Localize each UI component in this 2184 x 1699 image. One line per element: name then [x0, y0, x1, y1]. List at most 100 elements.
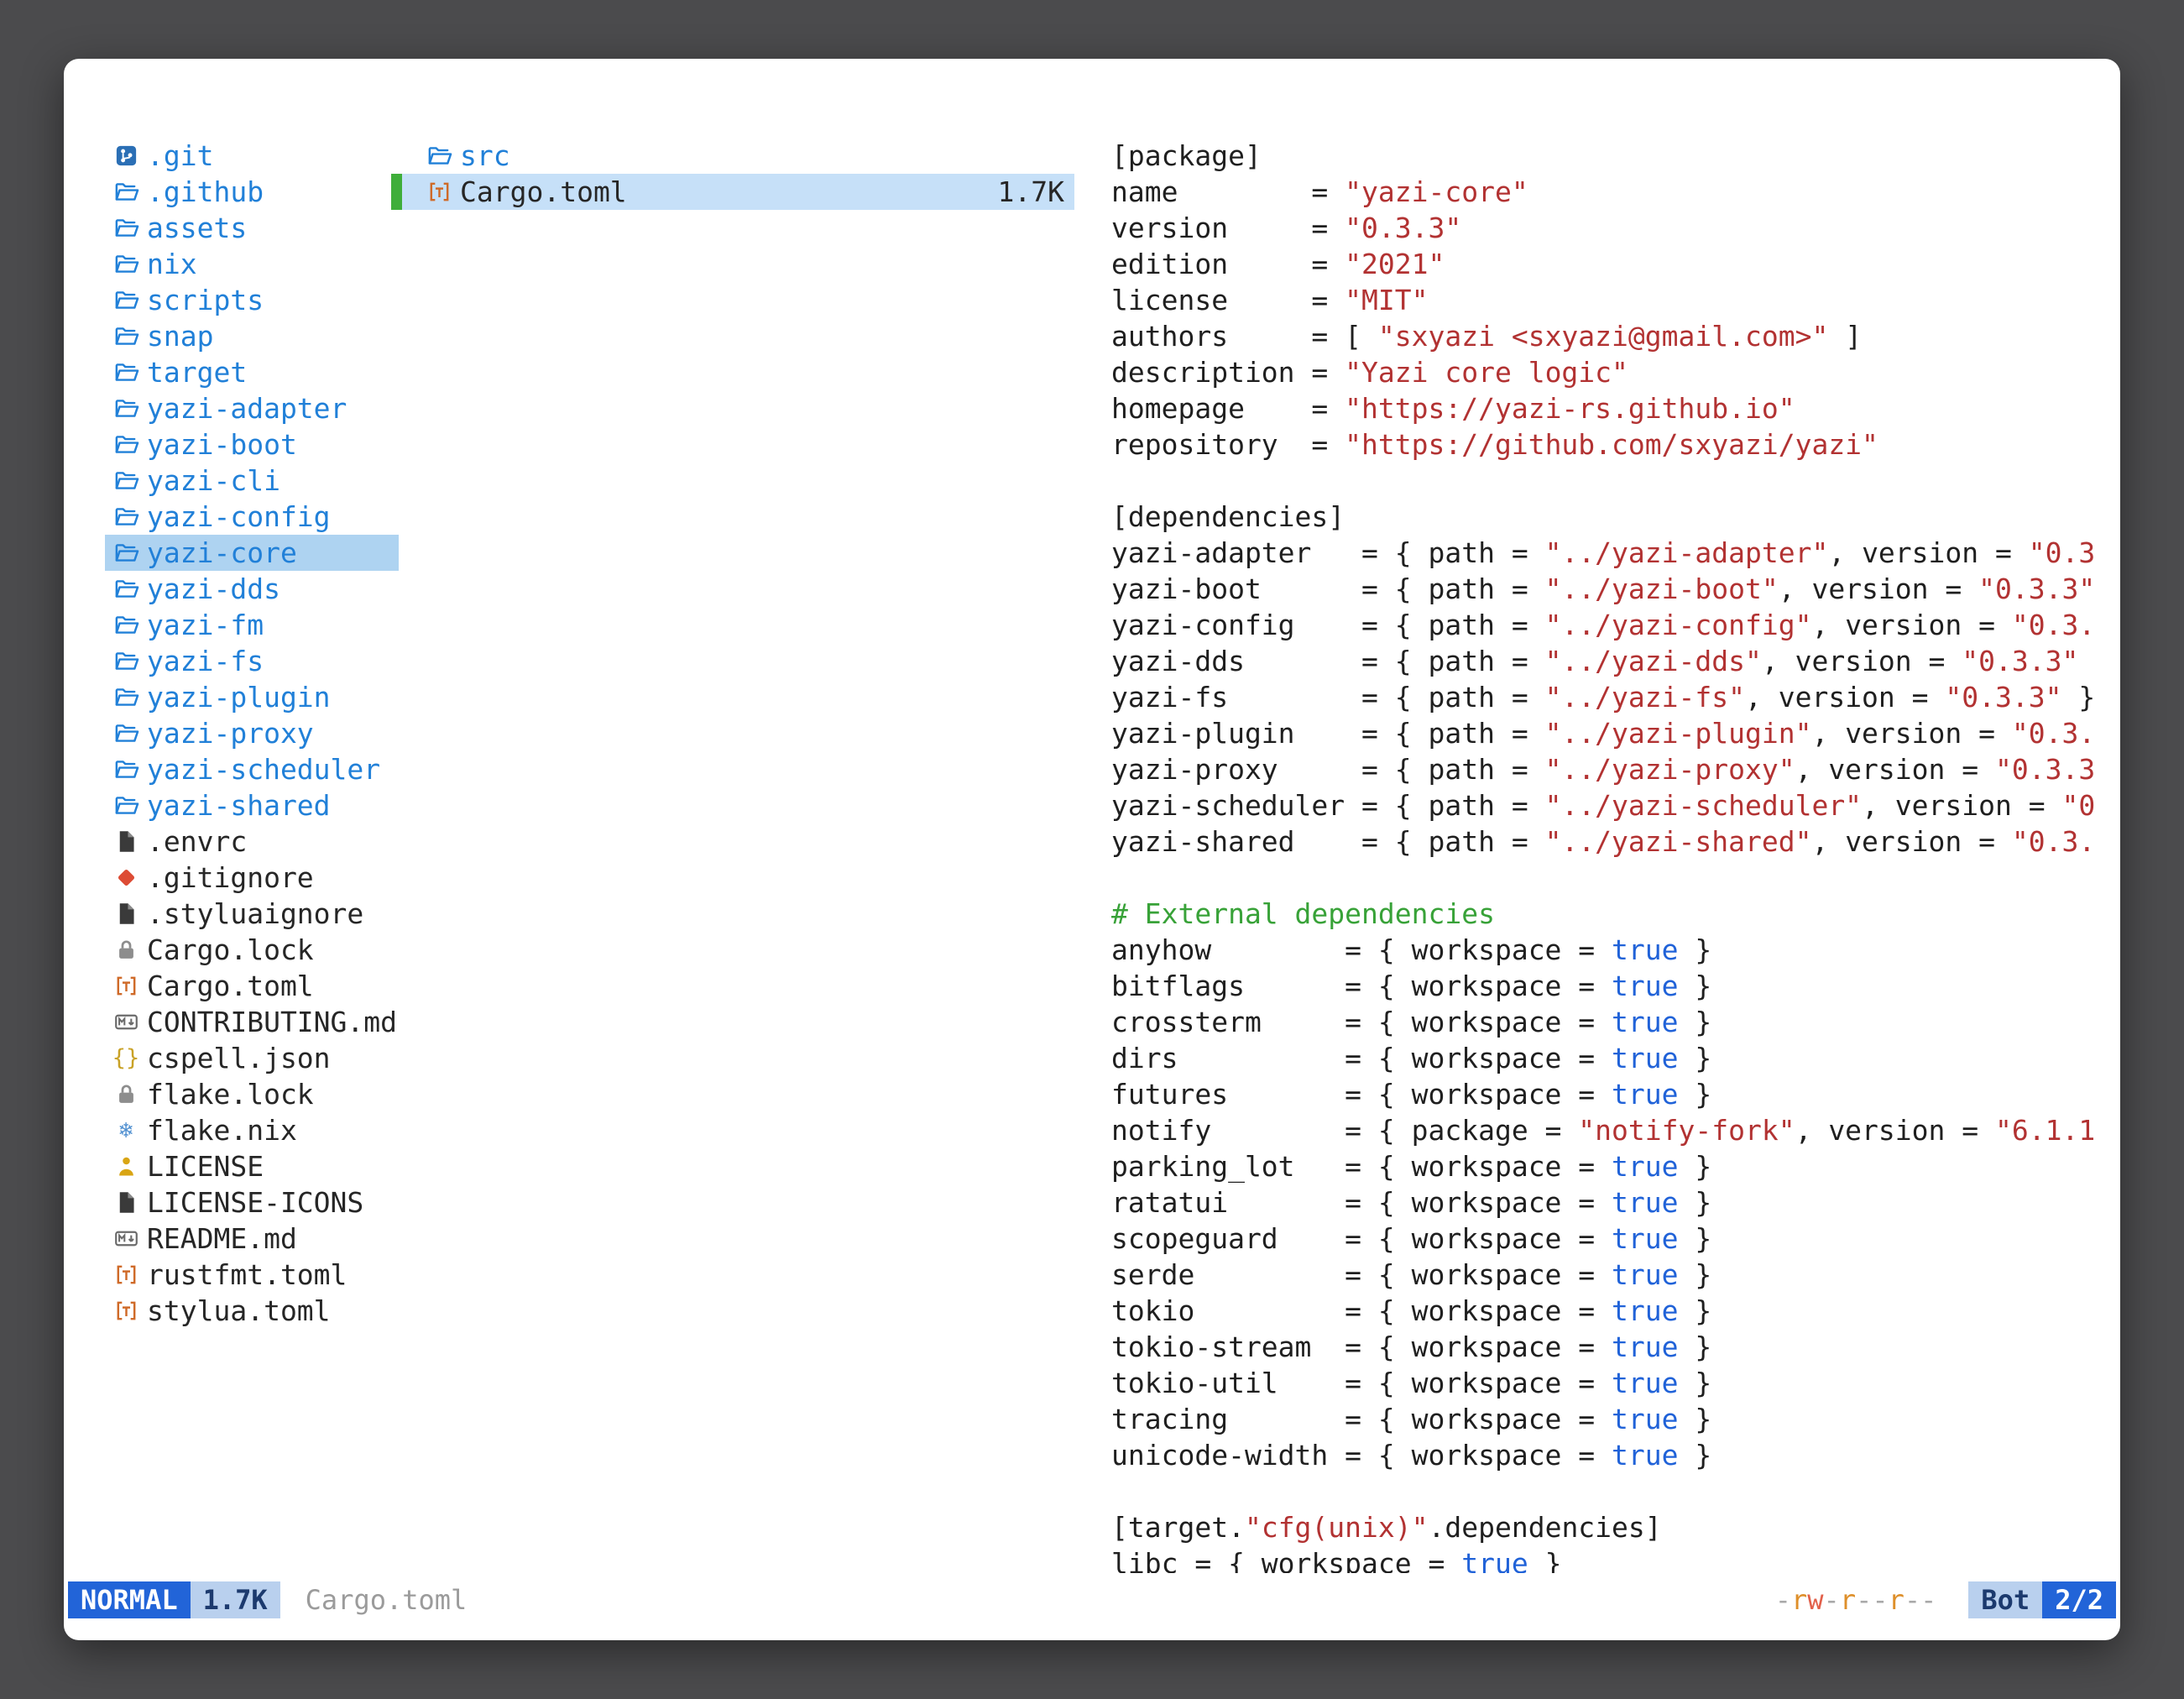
preview-line: crossterm = { workspace = true } — [1111, 1004, 2120, 1040]
preview-line: license = "MIT" — [1111, 282, 2120, 318]
file-icon — [110, 899, 142, 929]
file-name: yazi-config — [147, 500, 331, 533]
file-row-README.md[interactable]: README.md — [105, 1221, 399, 1257]
file-name: snap — [147, 320, 213, 353]
file-row-LICENSE[interactable]: LICENSE — [105, 1148, 399, 1184]
file-row-yazi-boot[interactable]: yazi-boot — [105, 426, 399, 463]
file-row-cspell.json[interactable]: {}cspell.json — [105, 1040, 399, 1076]
file-row-scripts[interactable]: scripts — [105, 282, 399, 318]
status-filename: Cargo.toml — [306, 1584, 468, 1616]
file-row-yazi-config[interactable]: yazi-config — [105, 499, 399, 535]
preview-pane[interactable]: [package]name = "yazi-core"version = "0.… — [1111, 138, 2120, 1573]
preview-line: tracing = { workspace = true } — [1111, 1401, 2120, 1437]
folder-icon — [110, 322, 142, 352]
current-pane[interactable]: srcCargo.toml1.7K — [391, 138, 1074, 210]
file-row-yazi-core[interactable]: yazi-core — [105, 535, 399, 571]
file-row-flake.lock[interactable]: flake.lock — [105, 1076, 399, 1112]
toml-icon — [423, 177, 455, 207]
file-row-Cargo.toml[interactable]: Cargo.toml — [105, 968, 399, 1004]
file-row-.github[interactable]: .github — [105, 174, 399, 210]
file-row-rustfmt.toml[interactable]: rustfmt.toml — [105, 1257, 399, 1293]
preview-line: yazi-proxy = { path = "../yazi-proxy", v… — [1111, 751, 2120, 787]
file-name: cspell.json — [147, 1042, 331, 1074]
preview-line: tokio-util = { workspace = true } — [1111, 1365, 2120, 1401]
toml-icon — [110, 1260, 142, 1290]
file-row-assets[interactable]: assets — [105, 210, 399, 246]
file-row-.gitignore[interactable]: .gitignore — [105, 860, 399, 896]
parent-pane[interactable]: .git.githubassetsnixscriptssnaptargetyaz… — [105, 138, 399, 1329]
file-row-.envrc[interactable]: .envrc — [105, 823, 399, 860]
preview-line: homepage = "https://yazi-rs.github.io" — [1111, 390, 2120, 426]
size-badge: 1.7K — [191, 1581, 280, 1618]
file-size: 1.7K — [998, 175, 1074, 208]
preview-line: serde = { workspace = true } — [1111, 1257, 2120, 1293]
preview-line: libc = { workspace = true } — [1111, 1545, 2120, 1573]
file-name: .github — [147, 175, 264, 208]
preview-line: tokio = { workspace = true } — [1111, 1293, 2120, 1329]
preview-line: yazi-config = { path = "../yazi-config",… — [1111, 607, 2120, 643]
folder-icon — [110, 394, 142, 424]
file-row-yazi-adapter[interactable]: yazi-adapter — [105, 390, 399, 426]
file-row-yazi-shared[interactable]: yazi-shared — [105, 787, 399, 823]
file-row-snap[interactable]: snap — [105, 318, 399, 354]
file-row-CONTRIBUTING.md[interactable]: CONTRIBUTING.md — [105, 1004, 399, 1040]
file-name: .gitignore — [147, 861, 314, 894]
position-counter: 2/2 — [2042, 1581, 2116, 1618]
permissions: -rw-r--r-- — [1775, 1584, 1937, 1616]
file-row-.styluaignore[interactable]: .styluaignore — [105, 896, 399, 932]
file-row-yazi-dds[interactable]: yazi-dds — [105, 571, 399, 607]
file-name: .envrc — [147, 825, 247, 858]
file-name: yazi-boot — [147, 428, 297, 461]
file-icon — [110, 827, 142, 857]
folder-icon — [110, 646, 142, 677]
preview-line: description = "Yazi core logic" — [1111, 354, 2120, 390]
folder-icon — [110, 358, 142, 388]
file-name: yazi-shared — [147, 789, 331, 822]
status-bar: NORMAL 1.7K Cargo.toml -rw-r--r-- Bot 2/… — [68, 1581, 2116, 1618]
file-name: yazi-core — [147, 536, 297, 569]
file-row-yazi-fm[interactable]: yazi-fm — [105, 607, 399, 643]
preview-line — [1111, 1473, 2120, 1509]
preview-line: version = "0.3.3" — [1111, 210, 2120, 246]
file-row-yazi-scheduler[interactable]: yazi-scheduler — [105, 751, 399, 787]
file-name: yazi-scheduler — [147, 753, 380, 786]
file-name: yazi-adapter — [147, 392, 347, 425]
file-name: Cargo.lock — [147, 933, 314, 966]
preview-line: unicode-width = { workspace = true } — [1111, 1437, 2120, 1473]
file-name: src — [460, 139, 510, 172]
file-name: scripts — [147, 284, 264, 316]
file-icon — [110, 1188, 142, 1218]
file-name: target — [147, 356, 247, 389]
file-row-nix[interactable]: nix — [105, 246, 399, 282]
file-row-Cargo.toml[interactable]: Cargo.toml1.7K — [391, 174, 1074, 210]
file-name: rustfmt.toml — [147, 1258, 347, 1291]
file-row-yazi-plugin[interactable]: yazi-plugin — [105, 679, 399, 715]
file-row-LICENSE-ICONS[interactable]: LICENSE-ICONS — [105, 1184, 399, 1221]
position-badge: Bot — [1968, 1581, 2042, 1618]
preview-line: yazi-plugin = { path = "../yazi-plugin",… — [1111, 715, 2120, 751]
file-name: yazi-dds — [147, 572, 280, 605]
file-row-stylua.toml[interactable]: stylua.toml — [105, 1293, 399, 1329]
file-name: nix — [147, 248, 197, 280]
folder-icon — [110, 682, 142, 713]
preview-line: dirs = { workspace = true } — [1111, 1040, 2120, 1076]
file-row-yazi-fs[interactable]: yazi-fs — [105, 643, 399, 679]
markdown-icon — [110, 1007, 142, 1038]
file-row-Cargo.lock[interactable]: Cargo.lock — [105, 932, 399, 968]
preview-line: yazi-scheduler = { path = "../yazi-sched… — [1111, 787, 2120, 823]
file-name: CONTRIBUTING.md — [147, 1006, 397, 1038]
file-row-yazi-cli[interactable]: yazi-cli — [105, 463, 399, 499]
preview-line: notify = { package = "notify-fork", vers… — [1111, 1112, 2120, 1148]
file-row-target[interactable]: target — [105, 354, 399, 390]
file-row-flake.nix[interactable]: ❄flake.nix — [105, 1112, 399, 1148]
file-row-yazi-proxy[interactable]: yazi-proxy — [105, 715, 399, 751]
file-name: .git — [147, 139, 213, 172]
file-row-.git[interactable]: .git — [105, 138, 399, 174]
preview-line — [1111, 463, 2120, 499]
folder-icon — [110, 574, 142, 604]
file-row-src[interactable]: src — [391, 138, 1074, 174]
file-name: flake.lock — [147, 1078, 314, 1111]
file-name: stylua.toml — [147, 1294, 331, 1327]
file-name: yazi-proxy — [147, 717, 314, 750]
toml-icon — [110, 1296, 142, 1326]
